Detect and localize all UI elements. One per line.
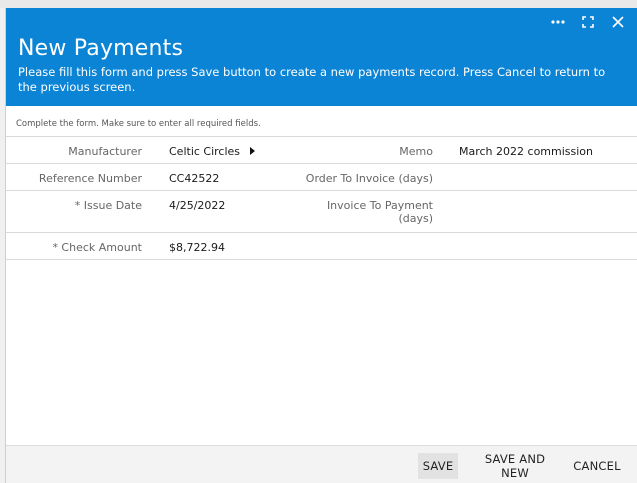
background-strip [0, 0, 637, 8]
manufacturer-field[interactable]: Celtic Circles [169, 145, 256, 158]
save-button[interactable]: SAVE [418, 453, 458, 479]
manufacturer-label: Manufacturer [68, 145, 142, 158]
close-icon[interactable] [610, 14, 626, 30]
cancel-button[interactable]: CANCEL [572, 453, 622, 479]
reference-number-label: Reference Number [38, 172, 142, 185]
new-payments-dialog: New Payments Please fill this form and p… [5, 8, 637, 483]
form-row: Manufacturer Celtic Circles Memo March 2… [6, 137, 637, 164]
caret-right-icon[interactable] [250, 147, 256, 155]
manufacturer-value: Celtic Circles [169, 145, 241, 158]
dialog-footer: SAVE SAVE AND NEW CANCEL [6, 445, 637, 483]
issue-date-label: * Issue Date [74, 199, 142, 212]
payment-form: Manufacturer Celtic Circles Memo March 2… [6, 136, 637, 260]
expand-icon[interactable] [580, 14, 596, 30]
form-row: Reference Number CC42522 Order To Invoic… [6, 164, 637, 191]
dialog-header: New Payments Please fill this form and p… [6, 8, 637, 106]
check-amount-field[interactable]: $8,722.94 [169, 241, 225, 254]
reference-number-field[interactable]: CC42522 [169, 172, 219, 185]
check-amount-label: * Check Amount [52, 241, 142, 254]
window-controls [550, 12, 626, 32]
memo-field[interactable]: March 2022 commission [459, 145, 593, 158]
form-row: * Issue Date 4/25/2022 Invoice To Paymen… [6, 191, 637, 233]
dialog-subtitle: Please fill this form and press Save but… [18, 65, 606, 94]
dialog-title: New Payments [18, 36, 184, 61]
invoice-to-payment-field[interactable] [459, 199, 619, 213]
ellipsis-icon[interactable] [550, 14, 566, 30]
order-to-invoice-label: Order To Invoice (days) [305, 172, 433, 185]
form-hint: Complete the form. Make sure to enter al… [16, 119, 261, 129]
form-row: * Check Amount $8,722.94 [6, 233, 637, 260]
memo-label: Memo [399, 145, 433, 158]
invoice-to-payment-label: Invoice To Payment (days) [326, 199, 433, 225]
order-to-invoice-field[interactable] [459, 172, 619, 186]
save-and-new-button[interactable]: SAVE AND NEW [469, 452, 561, 480]
issue-date-field[interactable]: 4/25/2022 [169, 199, 225, 212]
